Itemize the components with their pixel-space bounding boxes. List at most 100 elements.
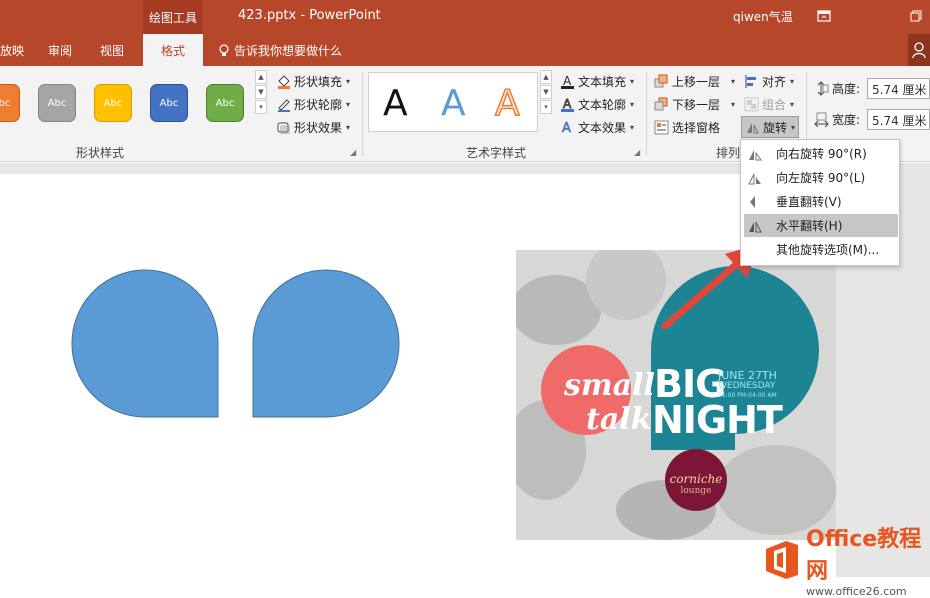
shape-effects-button[interactable]: 形状效果 ▾ [276, 117, 350, 137]
shape-outline-button[interactable]: 形状轮廓 ▾ [276, 94, 350, 114]
menu-item-label: 垂直翻转(V) [776, 195, 842, 209]
send-backward-button[interactable]: 下移一层 ▾ [654, 94, 735, 114]
menu-item-spacer [748, 243, 762, 257]
dropdown-caret: ▾ [630, 99, 635, 109]
office-logo-shape [766, 540, 798, 579]
group-objects-icon [744, 97, 759, 111]
shape-fill-button[interactable]: 形状填充 ▾ [276, 71, 350, 91]
text-outline-button[interactable]: A 文本轮廓 ▾ [560, 94, 634, 114]
rotate-right-icon [749, 149, 762, 160]
height-icon [817, 80, 829, 96]
tab-format[interactable]: 格式 [143, 34, 203, 66]
text-fill-icon: A [561, 74, 574, 89]
wordart-style-orange-outline[interactable]: A [494, 82, 520, 125]
slide-shapes [71, 269, 400, 418]
swatch-label: Abc [47, 97, 67, 109]
document-title: 423.pptx - PowerPoint [238, 8, 381, 23]
flip-horizontal-icon [749, 221, 762, 232]
teardrop-shape-right[interactable] [252, 269, 400, 418]
menu-item-rotate-right[interactable]: 向右旋转 90°(R) [744, 142, 898, 165]
scroll-down-icon[interactable]: ▼ [255, 85, 267, 99]
pencil-icon [278, 98, 290, 112]
drawing-tools-context-label: 绘图工具 [143, 0, 203, 34]
menu-item-label: 水平翻转(H) [776, 219, 843, 233]
selection-pane-icon [654, 120, 669, 134]
person-icon [912, 42, 926, 58]
paint-bucket-icon [278, 74, 290, 89]
wordart-gallery[interactable]: A A A [368, 72, 538, 132]
shape-width-label: 宽度: [814, 109, 860, 129]
wordart-style-blue[interactable]: A [441, 83, 466, 124]
shape-style-swatch[interactable]: Abc [94, 84, 132, 122]
shape-style-swatch[interactable]: Abc [38, 84, 76, 122]
align-button[interactable]: 对齐 ▾ [744, 71, 794, 91]
scroll-up-icon[interactable]: ▲ [255, 70, 267, 84]
shape-style-gallery-scroll[interactable]: ▲ ▼ ▾ [255, 70, 267, 114]
dropdown-caret: ▾ [791, 122, 796, 132]
shape-style-swatch[interactable]: Abc [0, 84, 20, 122]
rotate-left-icon [748, 173, 761, 184]
swatch-label: Abc [159, 97, 179, 109]
tell-me-text: 告诉我你想要做什么 [234, 44, 343, 58]
svg-text:A: A [563, 74, 572, 88]
lightbulb-icon [219, 43, 229, 56]
text-effects-button[interactable]: A 文本效果 ▾ [560, 117, 634, 137]
menu-item-label: 向左旋转 90°(L) [776, 171, 866, 185]
dialog-launcher-icon[interactable]: ◢ [350, 148, 356, 157]
swatch-label: Abc [103, 97, 123, 109]
shape-width-input[interactable]: 5.74 厘米 [867, 109, 930, 130]
dialog-launcher-icon[interactable]: ◢ [634, 148, 640, 157]
menu-item-flip-vertical[interactable]: 垂直翻转(V) [744, 190, 898, 213]
dropdown-caret: ▾ [630, 76, 635, 86]
send-backward-label: 下移一层 [672, 97, 721, 112]
wordart-style-black[interactable]: A [383, 83, 408, 124]
shape-style-swatch[interactable]: Abc [150, 84, 188, 122]
menu-item-rotate-left[interactable]: 向左旋转 90°(L) [744, 166, 898, 189]
tab-view[interactable]: 视图 [100, 42, 124, 59]
account-button[interactable] [908, 34, 930, 66]
swatch-label: Abc [215, 97, 235, 109]
dropdown-caret: ▾ [731, 99, 736, 109]
tell-me-box[interactable]: 告诉我你想要做什么 [218, 42, 342, 59]
shape-styles-group-label: 形状样式 [76, 146, 125, 160]
dropdown-caret: ▾ [346, 76, 351, 86]
rotate-label: 旋转 [763, 120, 788, 135]
menu-item-flip-horizontal[interactable]: 水平翻转(H) [744, 214, 898, 237]
scroll-down-icon[interactable]: ▼ [540, 85, 552, 99]
watermark-brand: Office教程网 [806, 527, 922, 584]
send-backward-icon [654, 97, 668, 110]
selection-pane-button[interactable]: 选择窗格 [654, 117, 720, 137]
svg-text:A: A [562, 121, 571, 135]
ribbon-display-options-button[interactable] [812, 6, 836, 26]
rotate-button[interactable]: 旋转 ▾ [741, 116, 800, 138]
wordart-gallery-scroll[interactable]: ▲ ▼ ▾ [540, 70, 552, 114]
menu-item-more-rotation-options[interactable]: 其他旋转选项(M)... [744, 238, 898, 261]
text-fill-label: 文本填充 [578, 74, 627, 89]
shape-outline-label: 形状轮廓 [294, 97, 343, 112]
title-bar: 绘图工具 423.pptx - PowerPoint qiwen气温 [0, 0, 930, 34]
dropdown-caret: ▾ [346, 122, 351, 132]
scroll-up-icon[interactable]: ▲ [540, 70, 552, 84]
poster-small-text: small [564, 368, 655, 403]
shape-height-label: 高度: [814, 78, 860, 98]
bring-forward-button[interactable]: 上移一层 ▾ [654, 71, 735, 91]
gallery-more-icon[interactable]: ▾ [255, 100, 267, 114]
text-effects-icon: A [562, 120, 572, 135]
text-fill-button[interactable]: A 文本填充 ▾ [560, 71, 634, 91]
user-account-name[interactable]: qiwen气温 [733, 8, 793, 25]
tab-slideshow[interactable]: 放映 [0, 42, 24, 59]
restore-window-icon [910, 10, 922, 22]
rotate-dropdown-menu: 向右旋转 90°(R) 向左旋转 90°(L) 垂直翻转(V) 水平翻转(H) … [740, 139, 900, 266]
arrange-group-label: 排列 [716, 146, 741, 160]
shape-height-input[interactable]: 5.74 厘米 [867, 78, 930, 99]
shape-style-swatch[interactable]: Abc [206, 84, 244, 122]
dropdown-caret: ▾ [346, 99, 351, 109]
teardrop-shape-left[interactable] [71, 269, 219, 418]
restore-window-button[interactable] [904, 6, 928, 26]
gallery-more-icon[interactable]: ▾ [540, 100, 552, 114]
tab-review[interactable]: 审阅 [48, 42, 72, 59]
group-button[interactable]: 组合 ▾ [744, 94, 794, 114]
dropdown-caret: ▾ [790, 99, 795, 109]
width-label-text: 宽度: [832, 112, 861, 127]
shape-effects-label: 形状效果 [294, 120, 343, 135]
